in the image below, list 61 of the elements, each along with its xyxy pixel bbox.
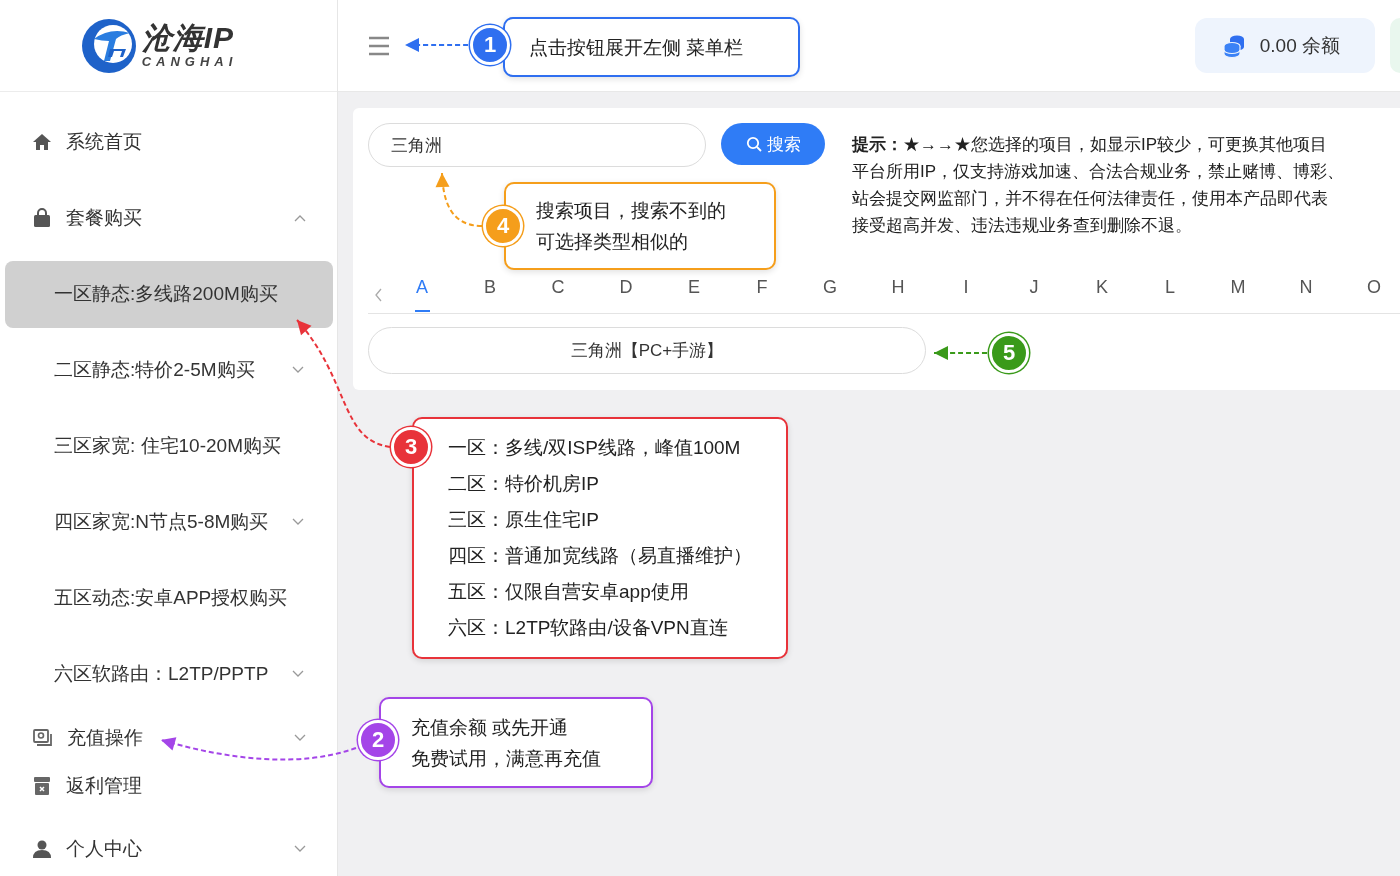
chevron-left-icon[interactable] — [373, 288, 383, 302]
result-button[interactable]: 三角洲【PC+手游】 — [368, 327, 926, 374]
menu-item[interactable]: 充值操作 — [0, 712, 337, 764]
letter-tab[interactable]: G — [796, 275, 864, 313]
submenu-item[interactable]: 四区家宽:N节点5-8M购买 — [5, 488, 333, 556]
callout-text: 二区：特价机房IP — [448, 472, 600, 496]
submenu-item[interactable]: 一区静态:多线路200M购买 — [5, 260, 333, 328]
menu-item[interactable]: 返利管理 — [0, 764, 337, 808]
submenu-item[interactable]: 六区软路由：L2TP/PPTP — [5, 640, 333, 708]
callout-text: 可选择类型相似的 — [536, 230, 689, 254]
callout-text: 五区：仅限自营安卓app使用 — [448, 580, 690, 604]
menu-icon[interactable] — [368, 35, 390, 56]
menu-item[interactable]: 系统首页 — [0, 104, 337, 180]
user-icon — [32, 839, 52, 859]
menu-item[interactable]: 个人中心 — [0, 808, 337, 876]
menu-item[interactable]: 套餐购买 — [0, 180, 337, 256]
letter-tab[interactable]: N — [1272, 275, 1340, 313]
callout-text: 免费试用，满意再充值 — [411, 746, 602, 771]
letter-tab[interactable]: C — [524, 275, 592, 313]
hint-text-line: 接受超高并发、违法违规业务查到删除不退。 — [852, 215, 1193, 237]
step-number-badge: 3 — [391, 427, 431, 467]
home-icon — [32, 132, 52, 152]
box-icon — [32, 776, 52, 796]
letter-tab[interactable]: O — [1340, 275, 1400, 313]
logo-icon — [79, 16, 138, 75]
callout-text: 六区：L2TP软路由/设备VPN直连 — [448, 616, 729, 640]
submenu-item[interactable]: 五区动态:安卓APP授权购买 — [5, 564, 333, 632]
letter-tab[interactable]: I — [932, 275, 1000, 313]
search-field[interactable]: 三角洲 — [368, 123, 706, 167]
hint-text-line: 平台所用IP，仅支持游戏加速、合法合规业务，禁止赌博、博彩、 — [852, 161, 1345, 183]
balance-button[interactable]: 0.00 余额 — [1194, 18, 1375, 73]
submenu-item[interactable]: 二区静态:特价2-5M购买 — [5, 336, 333, 404]
step-number-badge: 2 — [358, 720, 398, 760]
callout-text: 四区：普通加宽线路（易直播维护） — [448, 544, 753, 568]
bag-icon — [32, 208, 52, 228]
letter-tab[interactable]: A — [388, 275, 456, 313]
letter-tab[interactable]: M — [1204, 275, 1272, 313]
dashed-arrow — [404, 38, 469, 52]
callout-text: 一区：多线/双ISP线路，峰值100M — [448, 436, 742, 460]
search-icon — [745, 136, 762, 152]
dashed-arrow — [933, 346, 988, 360]
letter-tab[interactable]: J — [1000, 275, 1068, 313]
submenu-item[interactable]: 三区家宽: 住宅10-20M购买 — [5, 412, 333, 480]
callout-text: 三区：原生住宅IP — [448, 508, 600, 532]
letter-tab[interactable]: D — [592, 275, 660, 313]
hint-text-line: 提示：★→→★您选择的项目，如显示IP较少，可更换其他项目 — [852, 134, 1329, 156]
letter-tab[interactable]: F — [728, 275, 796, 313]
dashed-arrow — [435, 172, 483, 227]
logo-subtitle: CANGHAI — [141, 55, 238, 68]
hint-text-line: 站会提交网监部门，并不得在任何法律责任，使用本产品即代表 — [852, 188, 1329, 210]
letter-tab[interactable]: E — [660, 275, 728, 313]
letter-tab[interactable]: L — [1136, 275, 1204, 313]
picture-frame-icon — [32, 728, 53, 748]
logo-text: 沧海IP — [141, 23, 235, 53]
letter-tab[interactable]: H — [864, 275, 932, 313]
letter-tab[interactable]: K — [1068, 275, 1136, 313]
callout-text: 充值余额 或先开通 — [411, 715, 570, 740]
search-button[interactable]: 搜索 — [721, 123, 825, 165]
callout-text: 点击按钮展开左侧 菜单栏 — [529, 35, 745, 60]
callout-text: 搜索项目，搜索不到的 — [536, 199, 727, 223]
letter-tab[interactable]: B — [456, 275, 524, 313]
